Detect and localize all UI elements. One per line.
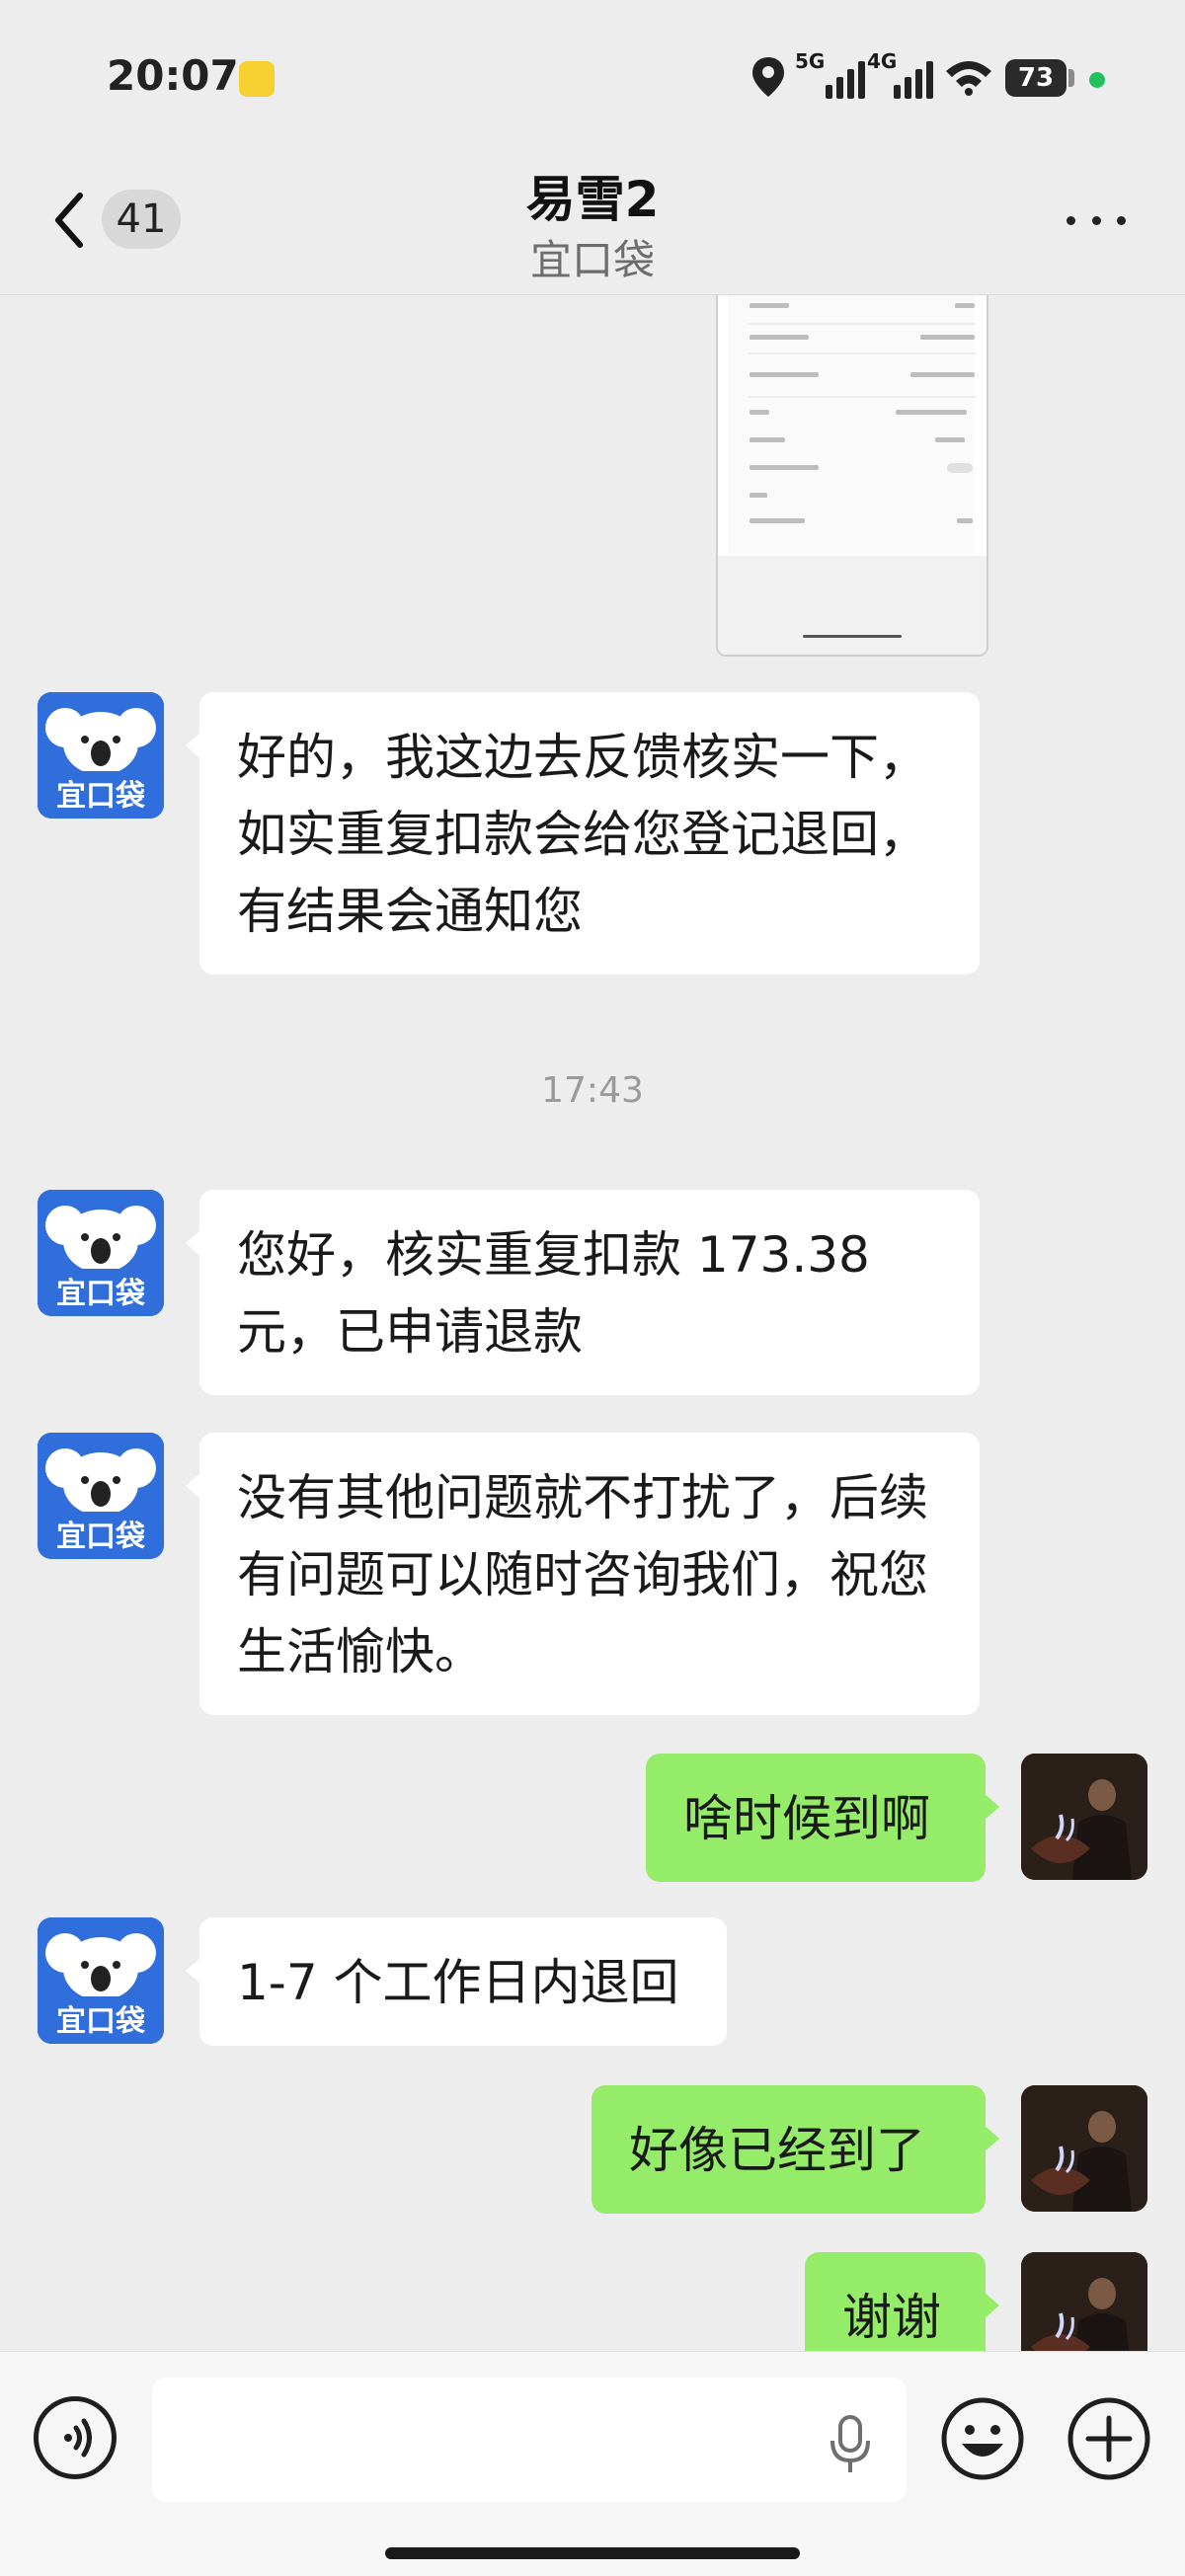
message-text: 谢谢 bbox=[842, 2289, 941, 2346]
battery-icon: 73 bbox=[1005, 59, 1066, 97]
message-text: 您好，核实重复扣款 173.38 元，已申请退款 bbox=[237, 1226, 870, 1361]
notification-app-icon bbox=[239, 61, 275, 97]
contact-avatar[interactable]: 宜口袋 bbox=[38, 1190, 164, 1316]
signal-icon-1 bbox=[826, 57, 865, 99]
avatar-label: 宜口袋 bbox=[56, 2004, 145, 2039]
message-bubble-outgoing[interactable]: 啥时候到啊 bbox=[646, 1754, 999, 1882]
status-bar: 20:07 5G 4G 73 bbox=[0, 0, 1185, 148]
message-text: 啥时候到啊 bbox=[683, 1790, 930, 1847]
user-photo-icon bbox=[1021, 2085, 1147, 2212]
message-bubble-incoming[interactable]: 1-7 个工作日内退回 bbox=[186, 1917, 727, 2046]
screenshot-footer bbox=[718, 556, 987, 655]
chat-title: 易雪2 bbox=[525, 171, 660, 228]
shared-screenshot-image[interactable] bbox=[716, 295, 988, 657]
message-text: 好像已经到了 bbox=[629, 2122, 925, 2179]
more-options-button[interactable] bbox=[1066, 205, 1126, 235]
message-bubble-outgoing[interactable]: 谢谢 bbox=[805, 2252, 999, 2351]
message-text: 1-7 个工作日内退回 bbox=[237, 1954, 679, 2011]
microphone-icon[interactable] bbox=[828, 2413, 873, 2476]
message-list[interactable]: 宜口袋 好的，我这边去反馈核实一下，如实重复扣款会给您登记退回，有结果会通知您 … bbox=[0, 295, 1185, 2351]
message-bubble-incoming[interactable]: 您好，核实重复扣款 173.38 元，已申请退款 bbox=[186, 1190, 980, 1395]
status-time: 20:07 bbox=[107, 51, 239, 100]
emoji-button[interactable] bbox=[940, 2396, 1025, 2481]
chat-subtitle: 宜口袋 bbox=[529, 236, 655, 284]
user-photo-icon bbox=[1021, 2252, 1147, 2351]
avatar-label: 宜口袋 bbox=[56, 1277, 145, 1311]
more-actions-button[interactable] bbox=[1066, 2396, 1151, 2481]
network-type-2: 4G bbox=[867, 49, 898, 73]
voice-wave-icon bbox=[64, 2418, 92, 2458]
chat-header: 41 易雪2 宜口袋 bbox=[0, 148, 1185, 295]
message-timestamp: 17:43 bbox=[541, 1070, 644, 1111]
user-photo-icon bbox=[1021, 1754, 1147, 1880]
message-bubble-outgoing[interactable]: 好像已经到了 bbox=[592, 2085, 999, 2214]
privacy-indicator-dot bbox=[1089, 72, 1105, 88]
more-dot-icon bbox=[1066, 215, 1075, 225]
message-bubble-incoming[interactable]: 没有其他问题就不打扰了，后续有问题可以随时咨询我们，祝您生活愉快。 bbox=[186, 1433, 980, 1715]
avatar-label: 宜口袋 bbox=[56, 779, 145, 814]
user-avatar[interactable] bbox=[1021, 1754, 1147, 1880]
message-text: 好的，我这边去反馈核实一下，如实重复扣款会给您登记退回，有结果会通知您 bbox=[237, 729, 928, 940]
battery-tip bbox=[1068, 69, 1074, 87]
message-bubble-incoming[interactable]: 好的，我这边去反馈核实一下，如实重复扣款会给您登记退回，有结果会通知您 bbox=[186, 692, 980, 975]
network-type-1: 5G bbox=[795, 49, 826, 73]
signal-icon-2 bbox=[894, 57, 933, 99]
more-dot-icon bbox=[1091, 215, 1101, 225]
contact-avatar[interactable]: 宜口袋 bbox=[38, 1917, 164, 2044]
avatar-label: 宜口袋 bbox=[56, 1520, 145, 1554]
contact-avatar[interactable]: 宜口袋 bbox=[38, 692, 164, 819]
wifi-icon bbox=[946, 61, 991, 96]
more-dot-icon bbox=[1117, 215, 1126, 225]
location-icon bbox=[752, 57, 784, 97]
user-avatar[interactable] bbox=[1021, 2085, 1147, 2212]
message-input-bar bbox=[0, 2351, 1185, 2576]
home-indicator[interactable] bbox=[385, 2547, 800, 2559]
user-avatar[interactable] bbox=[1021, 2252, 1147, 2351]
contact-avatar[interactable]: 宜口袋 bbox=[38, 1433, 164, 1559]
message-text: 没有其他问题就不打扰了，后续有问题可以随时咨询我们，祝您生活愉快。 bbox=[237, 1469, 928, 1680]
message-input[interactable] bbox=[152, 2378, 907, 2502]
screenshot-content bbox=[728, 295, 977, 554]
voice-toggle-button[interactable] bbox=[34, 2396, 117, 2479]
battery-level: 73 bbox=[1017, 63, 1055, 93]
screenshot-home-bar bbox=[803, 635, 902, 638]
